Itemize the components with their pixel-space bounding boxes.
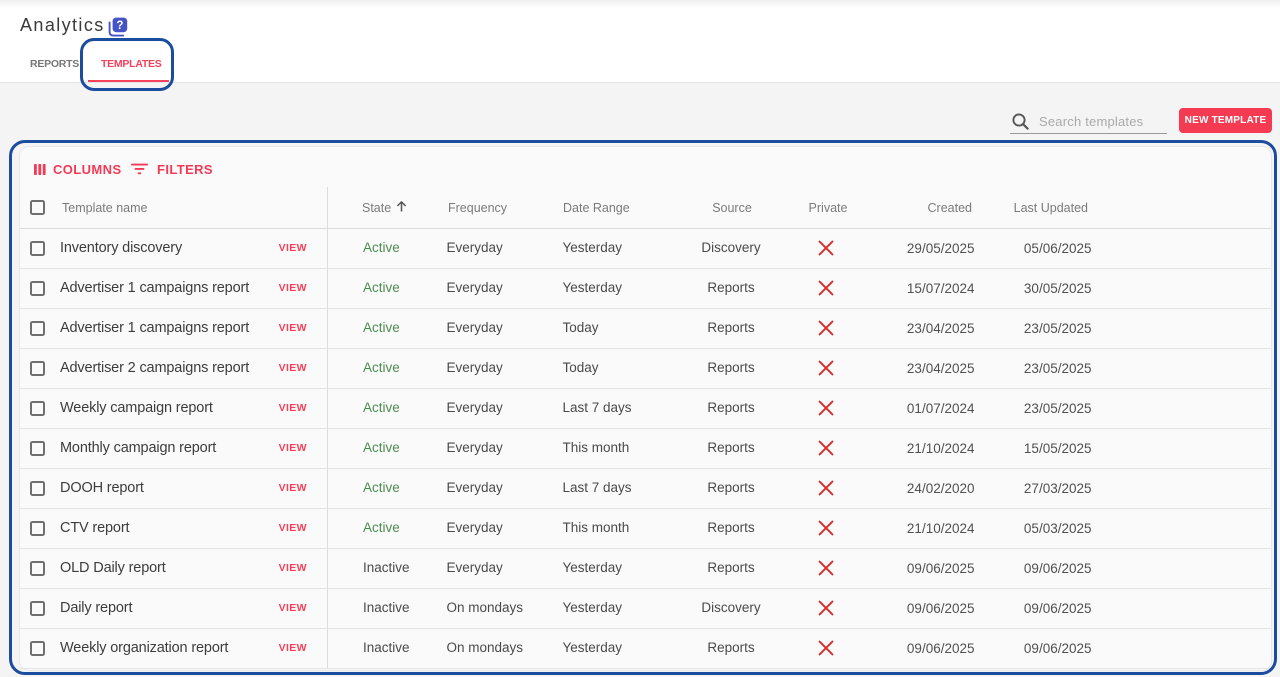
svg-text:?: ? xyxy=(116,20,123,32)
